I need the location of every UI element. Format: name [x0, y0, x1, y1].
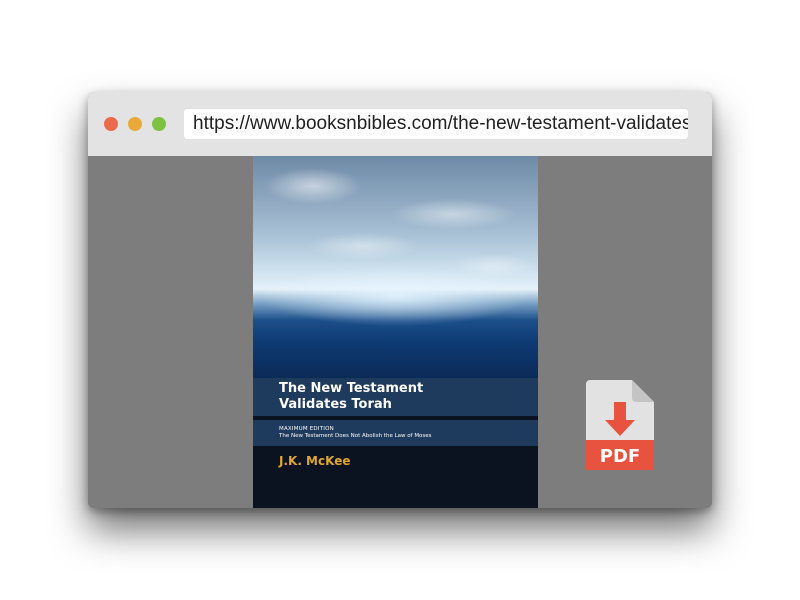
zoom-window-button[interactable] — [152, 117, 166, 131]
book-title-line-1: The New Testament — [279, 381, 424, 396]
book-subtitle: The New Testament Does Not Abolish the L… — [279, 433, 432, 439]
cover-earth-image — [253, 156, 538, 378]
page: https://www.booksnbibles.com/the-new-tes… — [0, 0, 800, 600]
page-content: The New Testament Validates Torah MAXIMU… — [88, 156, 712, 508]
address-bar[interactable]: https://www.booksnbibles.com/the-new-tes… — [184, 109, 688, 139]
address-bar-url: https://www.booksnbibles.com/the-new-tes… — [193, 113, 688, 134]
browser-titlebar: https://www.booksnbibles.com/the-new-tes… — [88, 92, 712, 156]
close-window-button[interactable] — [104, 117, 118, 131]
book-edition: MAXIMUM EDITION — [279, 426, 334, 432]
cover-author-band: J.K. McKee — [253, 446, 538, 508]
book-cover[interactable]: The New Testament Validates Torah MAXIMU… — [253, 156, 538, 508]
book-author: J.K. McKee — [279, 454, 351, 468]
cover-subtitle-band: MAXIMUM EDITION The New Testament Does N… — [253, 420, 538, 446]
cover-title-band: The New Testament Validates Torah — [253, 378, 538, 416]
pdf-download-icon[interactable]: PDF — [586, 380, 654, 470]
book-title-line-2: Validates Torah — [279, 397, 392, 412]
browser-window: https://www.booksnbibles.com/the-new-tes… — [88, 92, 712, 508]
pdf-label: PDF — [600, 446, 640, 467]
minimize-window-button[interactable] — [128, 117, 142, 131]
